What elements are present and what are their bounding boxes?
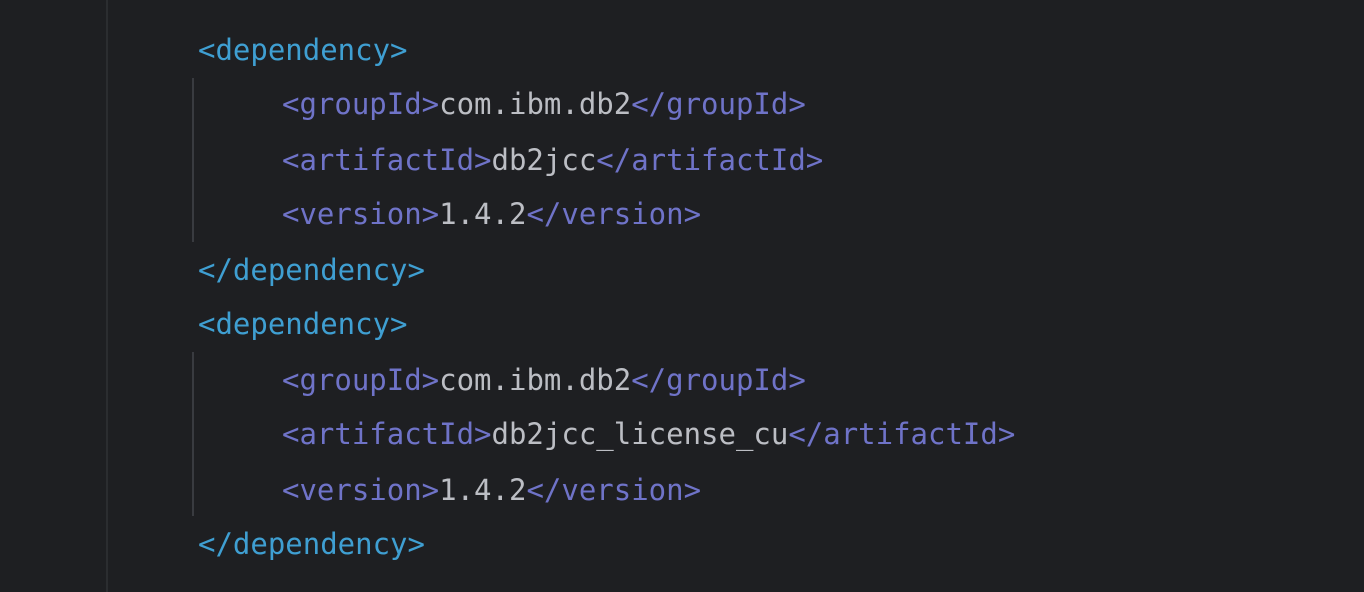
- code-line-dependency-open: <dependency>: [198, 304, 408, 344]
- xml-tag: <artifactId>: [282, 143, 492, 177]
- xml-tag: </groupId>: [631, 87, 806, 121]
- xml-tag: </version>: [526, 197, 702, 231]
- xml-tag: <artifactId>: [282, 417, 492, 451]
- xml-value: com.ibm.db2: [439, 87, 632, 121]
- xml-tag: <dependency>: [198, 33, 408, 67]
- xml-value: 1.4.2: [439, 473, 527, 507]
- indent-guide: [192, 78, 194, 242]
- xml-tag: <dependency>: [198, 307, 408, 341]
- xml-tag: <groupId>: [282, 363, 440, 397]
- code-line-version: <version>1.4.2</version>: [282, 194, 701, 234]
- code-line-artifactid: <artifactId>db2jcc_license_cu</artifactI…: [282, 414, 1015, 454]
- code-line-dependency-close: </dependency>: [198, 250, 425, 290]
- xml-tag: </groupId>: [631, 363, 806, 397]
- xml-value: db2jcc: [491, 143, 597, 177]
- xml-tag: </dependency>: [198, 253, 425, 287]
- xml-tag: </artifactId>: [596, 143, 824, 177]
- code-editor[interactable]: <dependency> <groupId>com.ibm.db2</group…: [0, 0, 1364, 592]
- line-gutter: [0, 0, 106, 592]
- code-line-dependency-open: <dependency>: [198, 30, 408, 70]
- xml-tag: </dependency>: [198, 527, 425, 561]
- indent-guide: [192, 352, 194, 516]
- code-line-dependency-close: </dependency>: [198, 524, 425, 564]
- xml-tag: </version>: [526, 473, 702, 507]
- xml-value: db2jcc_license_cu: [491, 417, 789, 451]
- code-line-version: <version>1.4.2</version>: [282, 470, 701, 510]
- xml-tag: </artifactId>: [788, 417, 1016, 451]
- gutter-divider: [106, 0, 108, 592]
- code-line-groupid: <groupId>com.ibm.db2</groupId>: [282, 360, 806, 400]
- code-line-groupid: <groupId>com.ibm.db2</groupId>: [282, 84, 806, 124]
- xml-value: com.ibm.db2: [439, 363, 632, 397]
- xml-value: 1.4.2: [439, 197, 527, 231]
- xml-tag: <version>: [282, 473, 440, 507]
- xml-tag: <groupId>: [282, 87, 440, 121]
- xml-tag: <version>: [282, 197, 440, 231]
- code-line-artifactid: <artifactId>db2jcc</artifactId>: [282, 140, 823, 180]
